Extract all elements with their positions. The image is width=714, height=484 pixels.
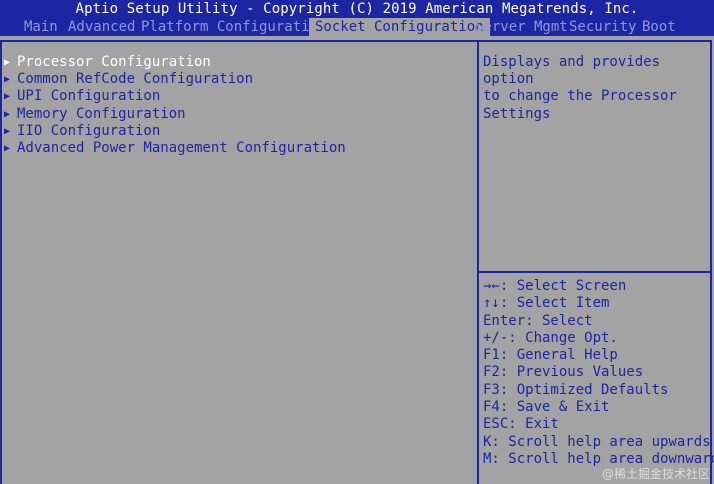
tab-boot[interactable]: Boot <box>636 18 682 36</box>
submenu-arrow-icon: ▶ <box>4 57 11 68</box>
help-description: Displays and provides option to change t… <box>483 54 677 122</box>
submenu-arrow-icon: ▶ <box>4 108 11 120</box>
menu-item-label: UPI Configuration <box>17 88 161 105</box>
key-hint-enter: Enter: Select <box>483 312 593 329</box>
menu-item-memory-configuration[interactable]: ▶ Memory Configuration <box>4 106 346 123</box>
key-hint-exit: ESC: Exit <box>483 416 559 433</box>
menu-item-processor-configuration[interactable]: ▶ Processor Configuration <box>4 54 346 71</box>
tab-socket-configuration[interactable]: Socket Configuration <box>309 18 490 36</box>
app-title: Aptio Setup Utility - Copyright (C) 2019… <box>75 1 639 17</box>
key-hint-optimized-defaults: F3: Optimized Defaults <box>483 381 669 398</box>
key-hint-save-exit: F4: Save & Exit <box>483 399 610 416</box>
submenu-arrow-icon: ▶ <box>4 74 11 86</box>
settings-menu: ▶ Processor Configuration ▶ Common RefCode… <box>4 54 346 157</box>
submenu-arrow-icon: ▶ <box>4 142 11 154</box>
submenu-arrow-icon: ▶ <box>4 91 11 103</box>
key-hint-select-screen: →←: Select Screen <box>483 278 627 294</box>
menu-item-common-refcode-configuration[interactable]: ▶ Common RefCode Configuration <box>4 71 346 88</box>
tab-advanced[interactable]: Advanced <box>62 18 141 36</box>
tab-platform-configuration[interactable]: Platform Configuration <box>135 18 332 36</box>
menu-item-label: Common RefCode Configuration <box>17 71 254 88</box>
title-bar: Aptio Setup Utility - Copyright (C) 2019… <box>0 0 714 36</box>
menu-item-upi-configuration[interactable]: ▶ UPI Configuration <box>4 88 346 105</box>
key-hint-select-item: ↑↓: Select Item <box>483 295 610 312</box>
panel-divider-vertical <box>477 40 479 484</box>
menu-item-label: Processor Configuration <box>17 54 211 70</box>
tab-server-mgmt[interactable]: Server Mgmt <box>469 18 574 36</box>
tab-security[interactable]: Security <box>563 18 642 36</box>
key-legend: →←: Select Screen ↑↓: Select Item Enter:… <box>483 278 714 468</box>
key-hint-scroll-up: K: Scroll help area upwards <box>483 433 711 450</box>
submenu-arrow-icon: ▶ <box>4 125 11 137</box>
menu-item-label: IIO Configuration <box>17 122 161 139</box>
menu-item-label: Memory Configuration <box>17 105 186 122</box>
panel-divider-horizontal <box>479 271 712 273</box>
menu-item-label: Advanced Power Management Configuration <box>17 139 346 156</box>
menu-item-advanced-power-management-configuration[interactable]: ▶ Advanced Power Management Configuration <box>4 140 346 157</box>
menu-item-iio-configuration[interactable]: ▶ IIO Configuration <box>4 123 346 140</box>
key-hint-change-opt: +/-: Change Opt. <box>483 329 618 346</box>
key-hint-general-help: F1: General Help <box>483 347 618 364</box>
watermark: @稀土掘金技术社区 <box>601 467 710 481</box>
tab-main[interactable]: Main <box>18 18 64 36</box>
key-hint-previous-values: F2: Previous Values <box>483 364 644 381</box>
tab-bar: Main Advanced Platform Configuration Soc… <box>0 18 714 36</box>
